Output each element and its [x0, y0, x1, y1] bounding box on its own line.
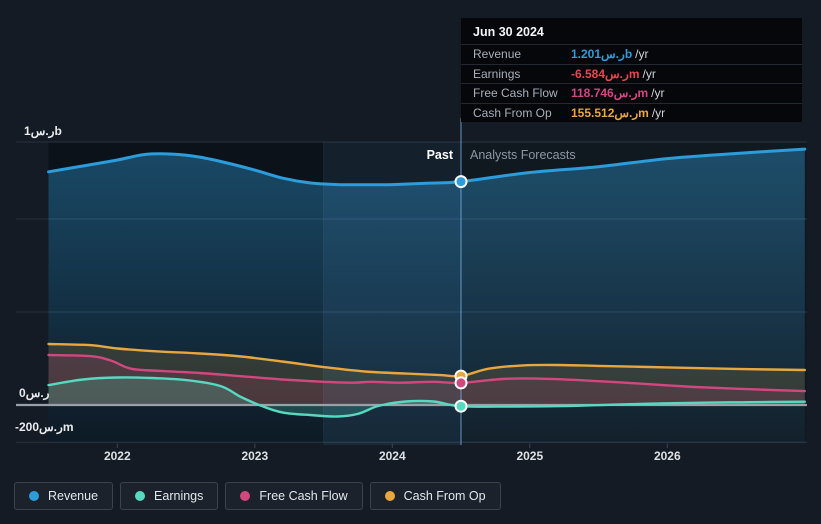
cash-from-op-dot-icon: [384, 491, 395, 501]
tooltip-date: Jun 30 2024: [473, 25, 544, 39]
tooltip-label: Free Cash Flow: [473, 86, 558, 101]
tooltip-row-earnings: Earnings -6.584ر.سm/yr: [461, 63, 802, 84]
x-tick-label-2024: 2024: [378, 449, 406, 463]
revenue-dot-icon: [29, 491, 39, 501]
x-tick-label-2023: 2023: [241, 449, 269, 463]
legend-label: Revenue: [48, 489, 99, 503]
tooltip-label: Earnings: [473, 66, 521, 81]
chart-legend: Revenue Earnings Free Cash Flow Cash Fro…: [14, 482, 501, 510]
x-tick-label-2025: 2025: [516, 449, 544, 463]
past-section-label: Past: [426, 148, 453, 162]
legend-label: Earnings: [154, 489, 204, 503]
tooltip-value: 155.512ر.سm/yr: [571, 105, 666, 120]
y-axis-label-neg200m: -200ر.سm: [15, 420, 74, 434]
legend-toggle-earnings[interactable]: Earnings: [120, 482, 219, 510]
tooltip-value: -6.584ر.سm/yr: [571, 66, 656, 81]
legend-toggle-free-cash-flow[interactable]: Free Cash Flow: [225, 482, 363, 510]
legend-toggle-revenue[interactable]: Revenue: [14, 482, 114, 510]
tooltip-row-revenue: Revenue 1.201ر.سb/yr: [461, 44, 802, 64]
tooltip-value: 1.201ر.سb/yr: [571, 47, 649, 62]
forecast-section-label: Analysts Forecasts: [470, 148, 576, 162]
legend-toggle-cash-from-op[interactable]: Cash From Op: [369, 482, 501, 510]
y-axis-label-0: 0ر.س: [19, 386, 50, 400]
y-axis-label-1b: 1ر.سb: [24, 124, 62, 138]
free-cash-flow-dot-icon: [240, 491, 251, 501]
tooltip-value: 118.746ر.سm/yr: [571, 86, 665, 101]
legend-label: Cash From Op: [403, 489, 486, 503]
x-tick-label-2022: 2022: [103, 449, 131, 463]
hover-tooltip: Jun 30 2024 Revenue 1.201ر.سb/yr Earning…: [461, 18, 802, 122]
tooltip-label: Revenue: [473, 47, 522, 62]
tooltip-row-free-cash-flow: Free Cash Flow 118.746ر.سm/yr: [461, 83, 802, 103]
chart-page: 1ر.سb 0ر.س -200ر.سm 2022 2023 2024 2025 …: [0, 0, 821, 524]
tooltip-label: Cash From Op: [473, 105, 552, 120]
legend-label: Free Cash Flow: [259, 489, 348, 503]
earnings-dot-icon: [135, 491, 146, 501]
x-tick-label-2026: 2026: [653, 449, 681, 463]
tooltip-row-cash-from-op: Cash From Op 155.512ر.سm/yr: [461, 102, 802, 123]
